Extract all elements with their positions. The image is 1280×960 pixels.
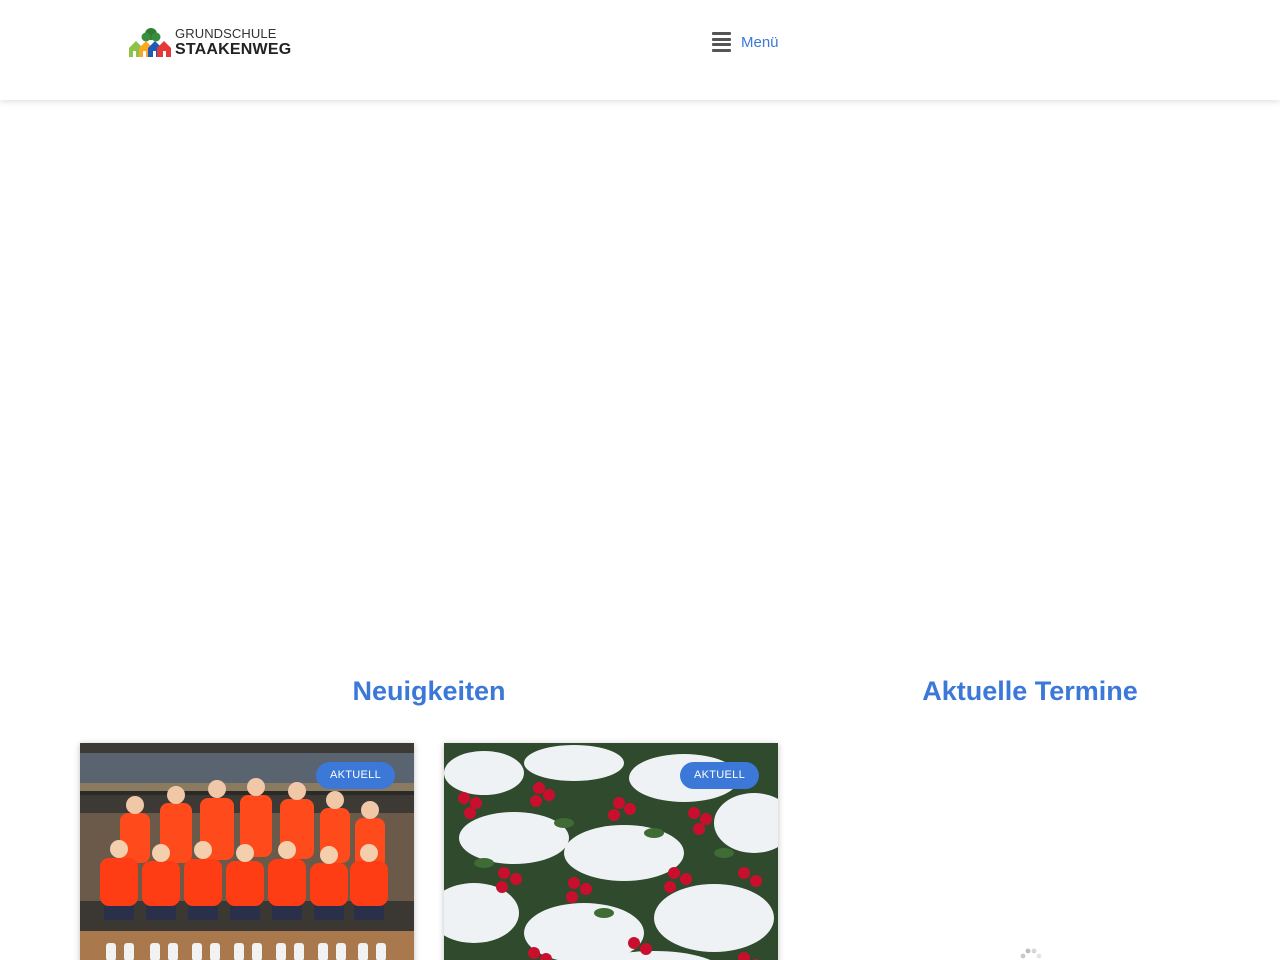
- hamburger-icon: [712, 32, 731, 52]
- hero-area: [0, 100, 1280, 650]
- logo-line1: GRUNDSCHULE: [175, 25, 277, 41]
- news-card[interactable]: AKTUELL: [80, 743, 414, 960]
- category-badge[interactable]: AKTUELL: [679, 762, 759, 789]
- school-houses-logo-icon: [129, 28, 171, 57]
- category-badge[interactable]: AKTUELL: [315, 762, 395, 789]
- spinner-icon: [1020, 948, 1042, 959]
- menu-label: Menü: [741, 33, 779, 51]
- events-section-title: Aktuelle Termine: [922, 676, 1138, 706]
- logo-line2: STAAKENWEG: [175, 40, 292, 58]
- site-header: GRUNDSCHULE STAAKENWEG Menü: [0, 0, 1280, 100]
- site-logo[interactable]: GRUNDSCHULE STAAKENWEG: [128, 26, 291, 58]
- menu-button[interactable]: Menü: [712, 32, 779, 52]
- logo-text: GRUNDSCHULE STAAKENWEG: [175, 27, 291, 58]
- news-section-title: Neuigkeiten: [352, 676, 506, 706]
- news-card[interactable]: AKTUELL: [444, 743, 778, 960]
